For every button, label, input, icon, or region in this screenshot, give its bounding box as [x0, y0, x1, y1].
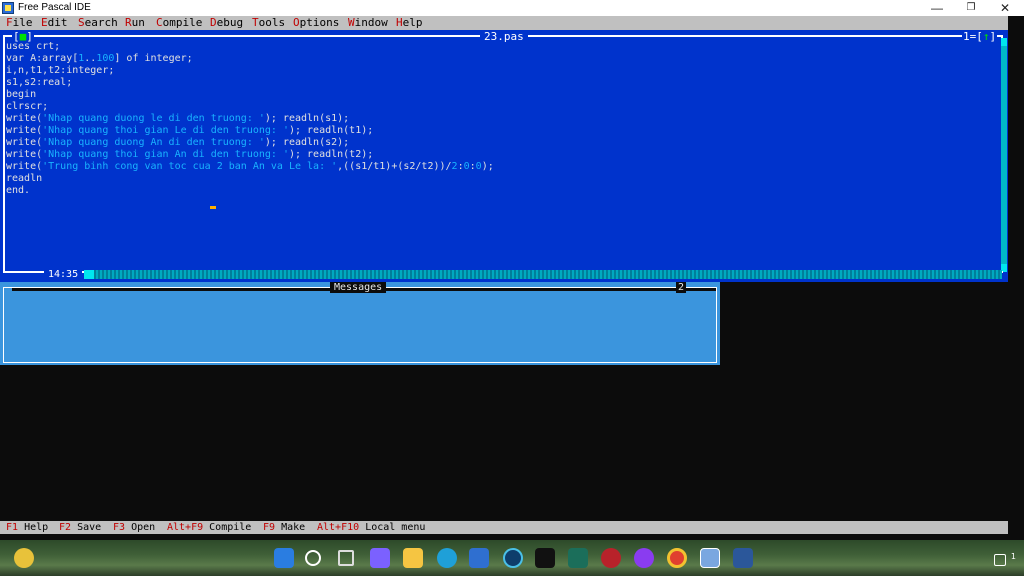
status-open[interactable]: F3 Open — [113, 521, 155, 534]
status-local-menu[interactable]: Alt+F10 Local menu — [317, 521, 425, 534]
code-line[interactable]: write('Nhap quang duong le di den truong… — [6, 113, 494, 125]
store-icon[interactable] — [469, 548, 489, 568]
cursor-position: 14:35 — [44, 269, 83, 281]
search-icon[interactable] — [305, 550, 321, 566]
scroll-left-arrow-icon[interactable] — [84, 270, 94, 279]
status-help[interactable]: F1 Help — [6, 521, 48, 534]
start-icon[interactable] — [274, 548, 294, 568]
code-line[interactable]: write('Trung binh cong van toc cua 2 ban… — [6, 161, 494, 173]
menu-help[interactable]: Help — [396, 16, 423, 30]
code-line[interactable]: uses crt; — [6, 41, 494, 53]
text-cursor — [210, 206, 216, 209]
code-line[interactable]: s1,s2:real; — [6, 77, 494, 89]
status-bar: F1 Help F2 Save F3 Open Alt+F9 Compile F… — [0, 521, 1008, 534]
menu-debug[interactable]: Debug — [210, 16, 243, 30]
close-window-button[interactable]: ✕ — [988, 0, 1022, 16]
code-area[interactable]: uses crt; var A:array[1..100] of integer;… — [6, 41, 494, 197]
messages-window-number: 2 — [676, 282, 687, 293]
chrome-icon[interactable] — [667, 548, 687, 568]
code-line[interactable]: write('Nhap quang duong An di den truong… — [6, 137, 494, 149]
window-title: Free Pascal IDE — [18, 2, 91, 13]
tiktok-icon[interactable] — [535, 548, 555, 568]
notification-badge: 1 — [1010, 552, 1016, 561]
status-compile[interactable]: Alt+F9 Compile — [167, 521, 251, 534]
editor-zoom-button[interactable]: 1=[↑] — [962, 31, 998, 42]
editor-window[interactable]: [■] 23.pas 1=[↑] uses crt; var A:array[1.… — [0, 30, 1008, 282]
task-view-icon[interactable] — [338, 550, 354, 566]
maximize-button[interactable]: ❐ — [954, 0, 988, 16]
edge-icon[interactable] — [437, 548, 457, 568]
messages-title: Messages — [330, 282, 387, 293]
code-line[interactable]: end. — [6, 185, 494, 197]
menu-edit[interactable]: Edit — [41, 16, 68, 30]
chat-icon[interactable] — [370, 548, 390, 568]
notification-icon[interactable] — [994, 554, 1006, 566]
app-icon-3[interactable] — [601, 548, 621, 568]
menu-bar: File Edit Search Run Compile Debug Tools… — [0, 16, 1008, 30]
menu-search[interactable]: Search — [78, 16, 118, 30]
code-line[interactable]: clrscr; — [6, 101, 494, 113]
free-pascal-icon[interactable] — [700, 548, 720, 568]
code-line[interactable]: write('Nhap quang thoi gian Le di den tr… — [6, 125, 494, 137]
app-icon[interactable] — [503, 548, 523, 568]
code-line[interactable]: i,n,t1,t2:integer; — [6, 65, 494, 77]
file-explorer-icon[interactable] — [403, 548, 423, 568]
code-line[interactable]: readln — [6, 173, 494, 185]
app-icon-2[interactable] — [568, 548, 588, 568]
status-save[interactable]: F2 Save — [59, 521, 101, 534]
code-line[interactable]: begin — [6, 89, 494, 101]
messenger-icon[interactable] — [634, 548, 654, 568]
menu-window[interactable]: Window — [348, 16, 388, 30]
free-pascal-app-icon — [2, 2, 14, 14]
menu-tools[interactable]: Tools — [252, 16, 285, 30]
menu-compile[interactable]: Compile — [156, 16, 202, 30]
code-line[interactable]: write('Nhap quang thoi gian An di den tr… — [6, 149, 494, 161]
status-make[interactable]: F9 Make — [263, 521, 305, 534]
minimize-button[interactable]: — — [920, 0, 954, 16]
horizontal-scrollbar[interactable] — [84, 270, 1002, 279]
window-title-bar: Free Pascal IDE — ❐ ✕ — [0, 0, 1024, 16]
scroll-up-arrow-icon[interactable] — [1001, 38, 1007, 46]
messages-window[interactable]: Messages 2 — [0, 282, 720, 365]
vertical-scrollbar[interactable] — [1001, 38, 1007, 272]
menu-run[interactable]: Run — [125, 16, 145, 30]
weather-icon[interactable] — [14, 548, 34, 568]
system-tray[interactable]: 1 — [900, 548, 1020, 570]
word-icon[interactable] — [733, 548, 753, 568]
messages-frame — [3, 287, 717, 363]
menu-file[interactable]: File — [6, 16, 33, 30]
windows-taskbar: 1 — [0, 540, 1024, 576]
code-line[interactable]: var A:array[1..100] of integer; — [6, 53, 494, 65]
menu-options[interactable]: Options — [293, 16, 339, 30]
